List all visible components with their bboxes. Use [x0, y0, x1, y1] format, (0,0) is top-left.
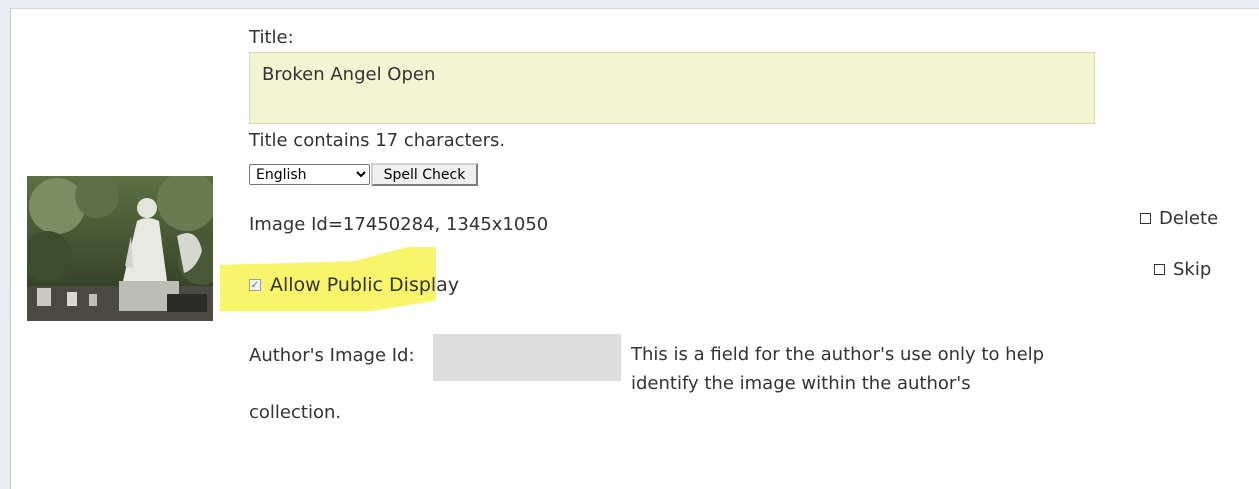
spell-check-button[interactable]: Spell Check: [371, 163, 478, 186]
image-thumbnail[interactable]: [27, 176, 213, 321]
delete-option[interactable]: Delete: [1140, 208, 1218, 229]
delete-label: Delete: [1159, 208, 1219, 229]
author-image-id-help: This is a field for the author's use onl…: [631, 344, 1045, 394]
title-label: Title:: [249, 27, 294, 48]
image-id-info: Image Id=17450284, 1345x1050: [249, 214, 549, 235]
allow-public-display-checkbox[interactable]: ✓: [249, 279, 261, 291]
allow-public-display-label: Allow Public Display: [270, 274, 460, 296]
skip-label: Skip: [1173, 259, 1212, 280]
language-select[interactable]: English: [249, 164, 370, 185]
author-image-id-label: Author's Image Id:: [249, 345, 415, 366]
author-image-id-help-cont: collection.: [249, 402, 342, 423]
delete-checkbox[interactable]: [1140, 213, 1151, 224]
skip-checkbox[interactable]: [1154, 264, 1165, 275]
author-image-id-input[interactable]: [433, 334, 621, 381]
angel-statue-image: [27, 176, 213, 321]
allow-public-display-row[interactable]: ✓ Allow Public Display: [249, 274, 459, 296]
title-textarea[interactable]: Broken Angel Open: [249, 52, 1095, 124]
title-character-count: Title contains 17 characters.: [249, 130, 506, 151]
skip-option[interactable]: Skip: [1154, 259, 1211, 280]
